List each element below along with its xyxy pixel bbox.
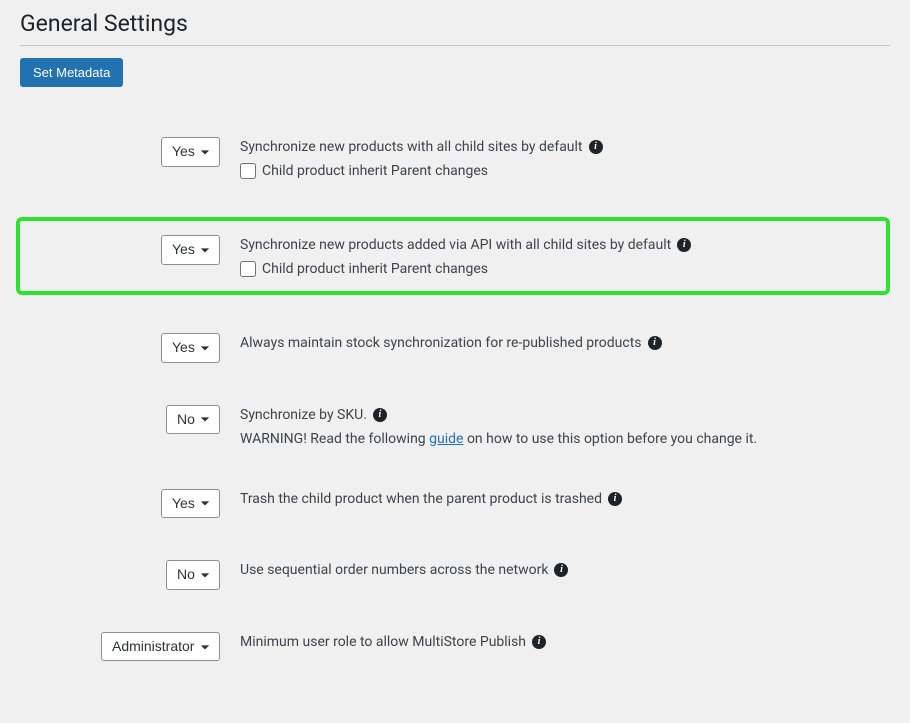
guide-link[interactable]: guide [429, 431, 463, 447]
info-icon[interactable]: i [677, 238, 691, 252]
info-icon[interactable]: i [532, 635, 546, 649]
sync-api-select[interactable]: Yes [161, 235, 220, 265]
setting-row-seq: No Use sequential order numbers across t… [20, 560, 890, 590]
info-icon[interactable]: i [648, 336, 662, 350]
sku-warning-post: on how to use this option before you cha… [463, 431, 757, 447]
seq-label: Use sequential order numbers across the … [240, 562, 548, 578]
stock-select[interactable]: Yes [161, 333, 220, 363]
sku-warning-pre: WARNING! Read the following [240, 431, 429, 447]
setting-row-sku: No Synchronize by SKU. i WARNING! Read t… [20, 405, 890, 447]
set-metadata-button[interactable]: Set Metadata [20, 58, 123, 87]
setting-row-sync-api: Yes Synchronize new products added via A… [16, 217, 890, 295]
sync-new-select[interactable]: Yes [161, 137, 220, 167]
setting-row-sync-new: Yes Synchronize new products with all ch… [20, 137, 890, 179]
sync-new-label: Synchronize new products with all child … [240, 139, 583, 155]
setting-row-role: Administrator Minimum user role to allow… [20, 632, 890, 662]
info-icon[interactable]: i [373, 408, 387, 422]
sync-api-checkbox-label: Child product inherit Parent changes [262, 261, 488, 277]
info-icon[interactable]: i [589, 140, 603, 154]
sync-api-inherit-checkbox[interactable] [240, 261, 256, 277]
setting-row-trash: Yes Trash the child product when the par… [20, 489, 890, 519]
trash-label: Trash the child product when the parent … [240, 491, 602, 507]
sync-api-label: Synchronize new products added via API w… [240, 237, 671, 253]
info-icon[interactable]: i [608, 492, 622, 506]
stock-label: Always maintain stock synchronization fo… [240, 335, 642, 351]
info-icon[interactable]: i [554, 563, 568, 577]
seq-select[interactable]: No [166, 560, 220, 590]
role-label: Minimum user role to allow MultiStore Pu… [240, 634, 526, 650]
sku-select[interactable]: No [166, 405, 220, 435]
sku-label: Synchronize by SKU. [240, 407, 367, 423]
page-title: General Settings [20, 10, 890, 37]
trash-select[interactable]: Yes [161, 489, 220, 519]
role-select[interactable]: Administrator [101, 632, 220, 662]
setting-row-stock: Yes Always maintain stock synchronizatio… [20, 333, 890, 363]
divider [20, 45, 890, 46]
sync-new-checkbox-label: Child product inherit Parent changes [262, 163, 488, 179]
sync-new-inherit-checkbox[interactable] [240, 163, 256, 179]
